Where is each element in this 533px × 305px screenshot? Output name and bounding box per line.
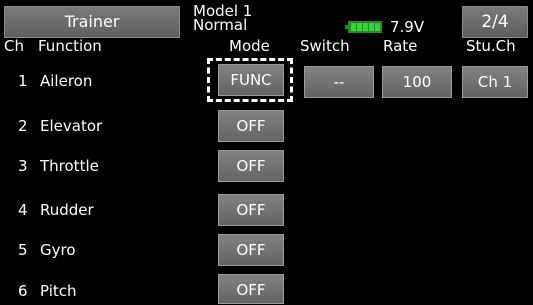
- mode-button[interactable]: OFF: [218, 150, 284, 182]
- rate-button[interactable]: 100: [382, 66, 452, 98]
- channel-row-label: 5 Gyro: [18, 241, 76, 259]
- condition-name: Normal: [193, 16, 248, 34]
- mode-button[interactable]: FUNC: [218, 64, 284, 96]
- col-header-switch: Switch: [300, 37, 350, 55]
- col-header-stu-ch: Stu.Ch: [466, 37, 516, 55]
- mode-button[interactable]: OFF: [218, 234, 284, 266]
- channel-row-label: 2 Elevator: [18, 117, 102, 135]
- student-channel-button[interactable]: Ch 1: [462, 66, 528, 98]
- channel-row-label: 6 Pitch: [18, 282, 77, 300]
- mode-button[interactable]: OFF: [218, 274, 284, 304]
- battery-status: 7.9V: [345, 18, 425, 36]
- channel-row-label: 4 Rudder: [18, 201, 94, 219]
- channel-number: 2: [18, 117, 28, 135]
- channel-function: Elevator: [40, 117, 103, 135]
- channel-number: 3: [18, 157, 28, 175]
- channel-number: 6: [18, 282, 28, 300]
- channel-function: Aileron: [40, 72, 93, 90]
- model-info: Model 1 Normal: [193, 4, 252, 34]
- trainer-button[interactable]: Trainer: [4, 6, 180, 38]
- battery-icon: [345, 21, 382, 33]
- switch-button[interactable]: --: [304, 66, 374, 98]
- page-indicator-button[interactable]: 2/4: [462, 6, 528, 38]
- col-header-ch: Ch: [4, 37, 24, 55]
- channel-row-label: 1 Aileron: [18, 72, 92, 90]
- trainer-screen: Trainer Model 1 Normal 7.9V 2/4 Ch Funct…: [0, 0, 533, 304]
- mode-button[interactable]: OFF: [218, 194, 284, 226]
- battery-voltage: 7.9V: [390, 18, 425, 36]
- channel-function: Rudder: [40, 201, 94, 219]
- channel-function: Pitch: [40, 282, 77, 300]
- col-header-function: Function: [38, 37, 102, 55]
- col-header-rate: Rate: [383, 37, 418, 55]
- channel-function: Throttle: [40, 157, 99, 175]
- channel-number: 1: [18, 72, 28, 90]
- channel-row-label: 3 Throttle: [18, 157, 99, 175]
- col-header-mode: Mode: [229, 37, 270, 55]
- channel-number: 4: [18, 201, 28, 219]
- channel-number: 5: [18, 241, 28, 259]
- channel-function: Gyro: [40, 241, 76, 259]
- mode-button[interactable]: OFF: [218, 110, 284, 142]
